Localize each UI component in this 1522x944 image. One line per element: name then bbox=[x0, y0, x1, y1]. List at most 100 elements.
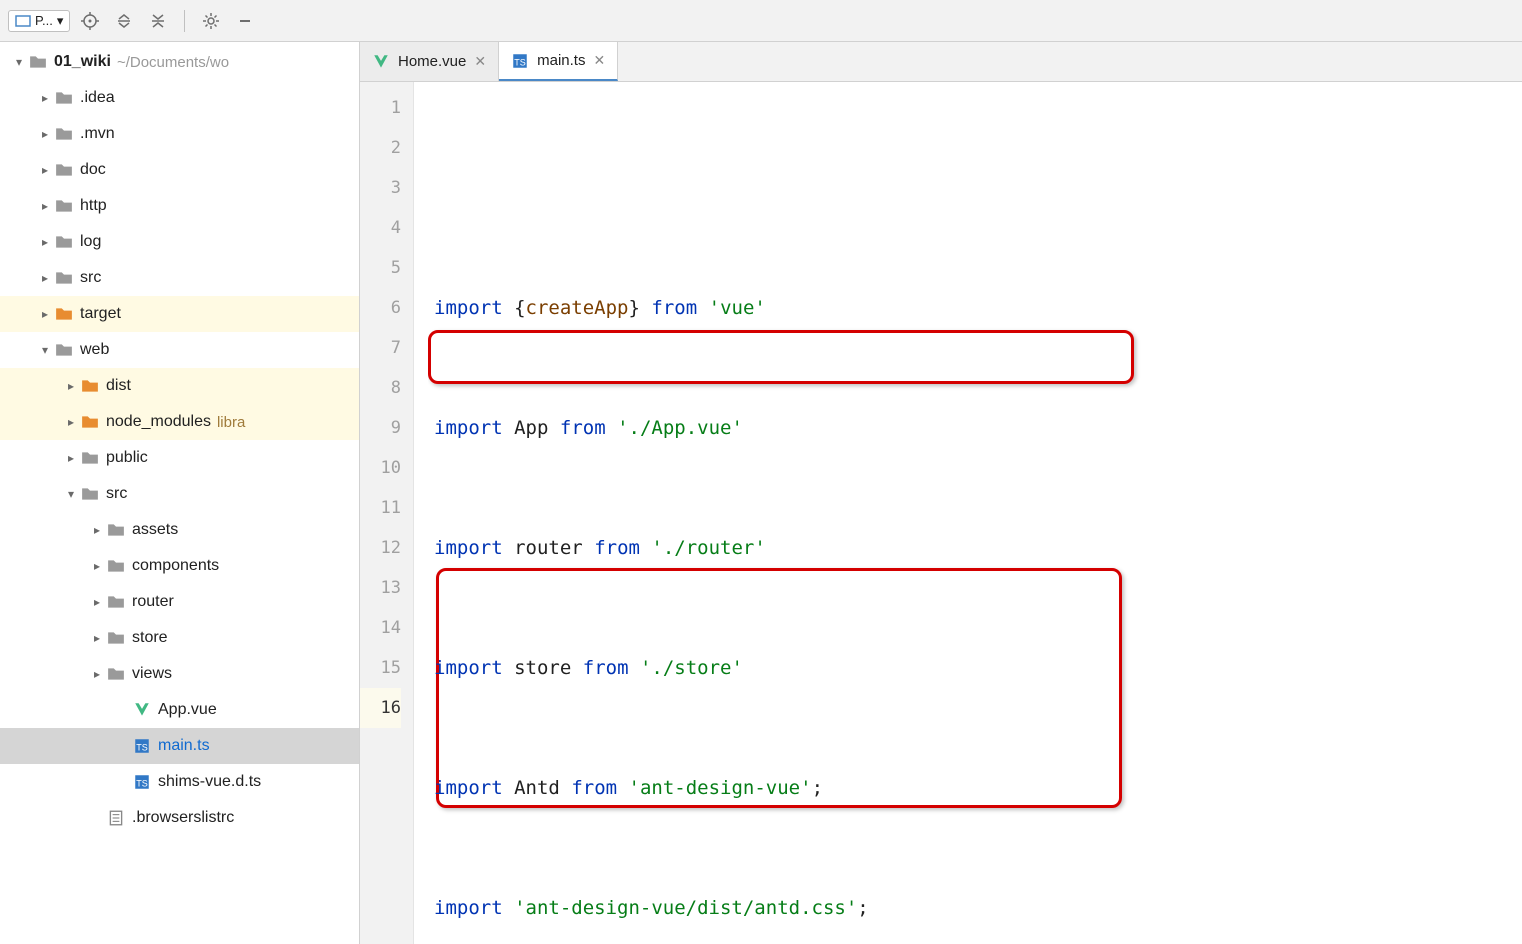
folder-icon bbox=[54, 269, 74, 287]
gutter[interactable]: 12345678910111213141516 bbox=[360, 82, 414, 944]
chevron-icon: ▸ bbox=[36, 91, 54, 105]
line-number[interactable]: 2 bbox=[360, 128, 401, 168]
tree-folder-doc[interactable]: ▸doc bbox=[0, 152, 359, 188]
folder-label: .idea bbox=[80, 89, 115, 107]
tree-file-main.ts[interactable]: TSmain.ts bbox=[0, 728, 359, 764]
folder-icon bbox=[106, 665, 126, 683]
editor-body[interactable]: 12345678910111213141516 import {createAp… bbox=[360, 82, 1522, 944]
tab-main.ts[interactable]: TSmain.ts✕ bbox=[499, 42, 618, 81]
tree-folder-web[interactable]: ▾ web bbox=[0, 332, 359, 368]
tab-file-icon: TS bbox=[511, 52, 529, 70]
chevron-icon: ▸ bbox=[36, 199, 54, 213]
root-path: ~/Documents/wo bbox=[117, 54, 229, 71]
tree-folder-log[interactable]: ▸log bbox=[0, 224, 359, 260]
tree-folder-.mvn[interactable]: ▸.mvn bbox=[0, 116, 359, 152]
tree-folder-dist[interactable]: ▸ dist bbox=[0, 368, 359, 404]
line-number[interactable]: 13 bbox=[360, 568, 401, 608]
tree-file-App.vue[interactable]: App.vue bbox=[0, 692, 359, 728]
tree-root[interactable]: ▾ 01_wiki ~/Documents/wo bbox=[0, 44, 359, 80]
line-number[interactable]: 8 bbox=[360, 368, 401, 408]
folder-icon bbox=[80, 485, 100, 503]
line-number[interactable]: 10 bbox=[360, 448, 401, 488]
file-icon: TS bbox=[132, 773, 152, 791]
line-number[interactable]: 12 bbox=[360, 528, 401, 568]
code-content[interactable]: import {createApp} from 'vue' import App… bbox=[428, 82, 1522, 944]
line-number[interactable]: 15 bbox=[360, 648, 401, 688]
tree-folder-router[interactable]: ▸router bbox=[0, 584, 359, 620]
folder-icon bbox=[54, 89, 74, 107]
tree-folder-components[interactable]: ▸ components bbox=[0, 548, 359, 584]
line-number[interactable]: 14 bbox=[360, 608, 401, 648]
project-icon bbox=[15, 13, 31, 29]
chevron-icon: ▸ bbox=[36, 127, 54, 141]
chevron-icon: ▸ bbox=[88, 595, 106, 609]
line-number[interactable]: 16 bbox=[360, 688, 401, 728]
tab-file-icon bbox=[372, 53, 390, 71]
tree-folder-node_modules[interactable]: ▸node_moduleslibra bbox=[0, 404, 359, 440]
line-number[interactable]: 6 bbox=[360, 288, 401, 328]
tree-folder-target[interactable]: ▸target bbox=[0, 296, 359, 332]
tree-folder-views[interactable]: ▸views bbox=[0, 656, 359, 692]
line-number[interactable]: 5 bbox=[360, 248, 401, 288]
chevron-icon: ▸ bbox=[62, 379, 80, 393]
folder-icon bbox=[54, 233, 74, 251]
folder-icon bbox=[54, 197, 74, 215]
folder-label: src bbox=[80, 269, 101, 287]
folder-icon bbox=[80, 449, 100, 467]
tree-folder-http[interactable]: ▸ http bbox=[0, 188, 359, 224]
chevron-icon: ▸ bbox=[62, 415, 80, 429]
minimize-icon[interactable] bbox=[231, 7, 259, 35]
collapse-all-icon[interactable] bbox=[144, 7, 172, 35]
folder-label: http bbox=[80, 197, 107, 215]
svg-text:TS: TS bbox=[514, 57, 526, 67]
folder-icon bbox=[106, 521, 126, 539]
chevron-down-icon: ▾ bbox=[10, 55, 28, 69]
close-icon[interactable]: ✕ bbox=[474, 53, 486, 70]
tab-label: Home.vue bbox=[398, 53, 466, 70]
folder-label: target bbox=[80, 305, 121, 323]
tree-folder-.idea[interactable]: ▸ .idea bbox=[0, 80, 359, 116]
folder-label: web bbox=[80, 341, 109, 359]
expand-all-icon[interactable] bbox=[110, 7, 138, 35]
file-icon bbox=[132, 701, 152, 719]
locate-icon[interactable] bbox=[76, 7, 104, 35]
line-number[interactable]: 11 bbox=[360, 488, 401, 528]
line-number[interactable]: 3 bbox=[360, 168, 401, 208]
project-tree[interactable]: ▾ 01_wiki ~/Documents/wo ▸ .idea ▸.mvn▸doc… bbox=[0, 42, 360, 944]
chevron-icon: ▾ bbox=[36, 343, 54, 357]
tree-folder-src[interactable]: ▸src bbox=[0, 260, 359, 296]
file-label: .browserslistrc bbox=[132, 809, 234, 827]
tree-folder-store[interactable]: ▸store bbox=[0, 620, 359, 656]
tree-folder-public[interactable]: ▸public bbox=[0, 440, 359, 476]
close-icon[interactable]: ✕ bbox=[593, 52, 605, 69]
tree-folder-src[interactable]: ▾src bbox=[0, 476, 359, 512]
folder-icon bbox=[106, 557, 126, 575]
tree-file-shims-vue.d.ts[interactable]: TSshims-vue.d.ts bbox=[0, 764, 359, 800]
folder-icon bbox=[28, 53, 48, 71]
chevron-icon: ▸ bbox=[36, 235, 54, 249]
line-number[interactable]: 7 bbox=[360, 328, 401, 368]
folder-label: components bbox=[132, 557, 219, 575]
line-number[interactable]: 1 bbox=[360, 88, 401, 128]
tree-file-.browserslistrc[interactable]: .browserslistrc bbox=[0, 800, 359, 836]
folder-label: public bbox=[106, 449, 148, 467]
line-number[interactable]: 9 bbox=[360, 408, 401, 448]
tree-folder-assets[interactable]: ▸assets bbox=[0, 512, 359, 548]
chevron-icon: ▸ bbox=[36, 163, 54, 177]
folder-label: dist bbox=[106, 377, 131, 395]
chevron-icon: ▸ bbox=[88, 523, 106, 537]
file-icon: TS bbox=[132, 737, 152, 755]
line-number[interactable]: 4 bbox=[360, 208, 401, 248]
tab-Home.vue[interactable]: Home.vue ✕ bbox=[360, 42, 499, 81]
folder-icon bbox=[54, 125, 74, 143]
folder-icon bbox=[106, 593, 126, 611]
chevron-icon: ▸ bbox=[88, 559, 106, 573]
gear-icon[interactable] bbox=[197, 7, 225, 35]
folder-icon bbox=[54, 305, 74, 323]
folder-label: src bbox=[106, 485, 127, 503]
folder-label: views bbox=[132, 665, 172, 683]
separator bbox=[184, 10, 185, 32]
root-label: 01_wiki bbox=[54, 53, 111, 71]
project-view-dropdown[interactable]: P... ▾ bbox=[8, 10, 70, 32]
highlight-box-1 bbox=[428, 330, 1134, 384]
